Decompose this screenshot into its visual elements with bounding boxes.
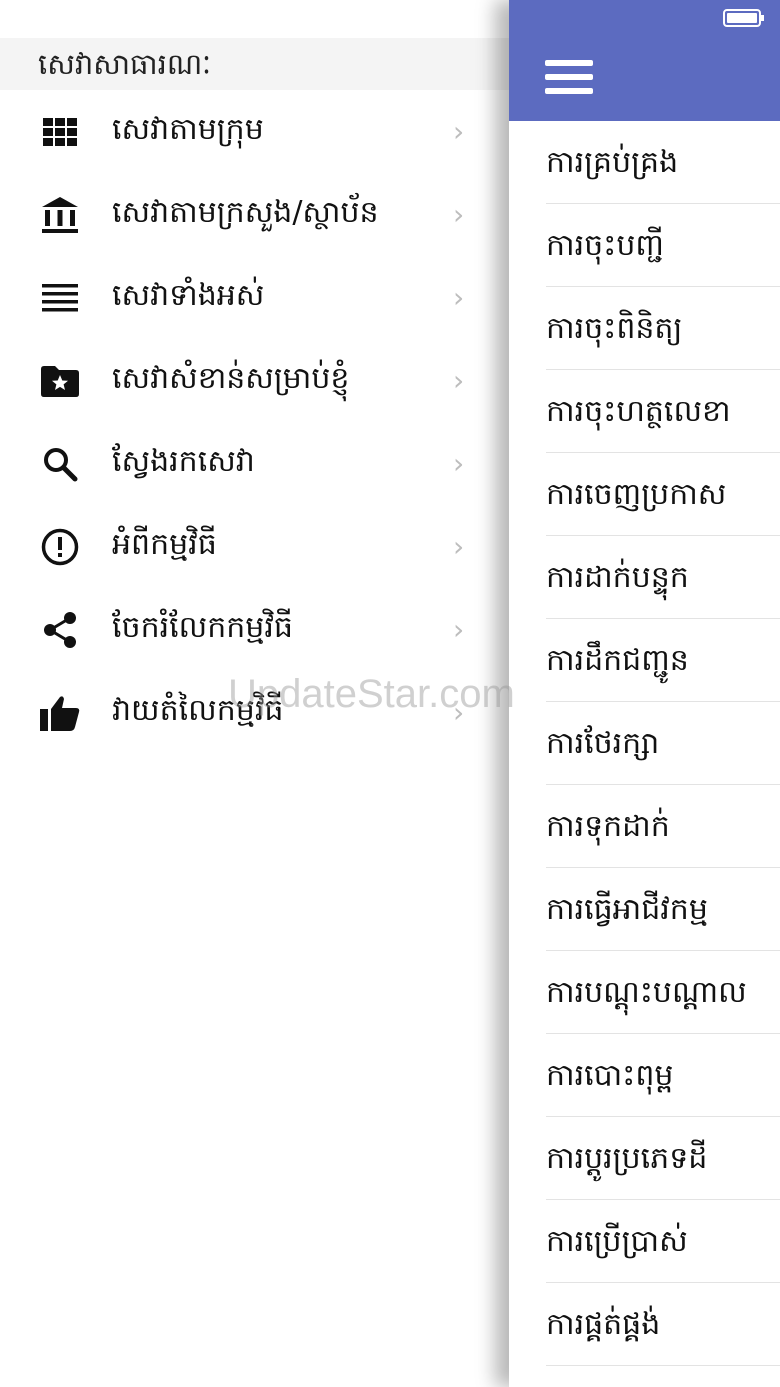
list-item[interactable]: ការគ្រប់គ្រង [546, 121, 780, 204]
list-item[interactable]: ការធ្វើអាជីវកម្ម [546, 868, 780, 951]
chevron-right-icon: › [453, 696, 465, 729]
list-item[interactable]: ការទុកដាក់ [546, 785, 780, 868]
app-bar [509, 0, 780, 121]
drawer-item-label: សេវាសំខាន់សម្រាប់ខ្ញុំ [112, 360, 350, 396]
drawer-item-share[interactable]: ចែករំលែកកម្មវិធី › [0, 588, 509, 671]
list-item[interactable]: ការប្តូរប្រភេទដី [546, 1117, 780, 1200]
chevron-right-icon: › [453, 198, 465, 231]
share-icon [40, 610, 80, 650]
list-item[interactable]: ការប្រើប្រាស់ [546, 1200, 780, 1283]
list-item[interactable]: ការបោះពុម្ព [546, 1034, 780, 1117]
list-item[interactable]: ការចុះហត្ថលេខា [546, 370, 780, 453]
drawer-item-all-services[interactable]: សេវាទាំងអស់ › [0, 256, 509, 339]
drawer-item-label: សេវាតាមក្រុម [112, 111, 264, 147]
chevron-right-icon: › [453, 530, 465, 563]
drawer-item-label: សេវាទាំងអស់ [112, 277, 265, 313]
battery-icon [723, 9, 765, 27]
chevron-right-icon: › [453, 613, 465, 646]
list-item[interactable]: ការចេញប្រកាស [546, 453, 780, 536]
chevron-right-icon: › [453, 281, 465, 314]
search-icon [40, 444, 80, 484]
chevron-right-icon: › [453, 447, 465, 480]
chevron-right-icon: › [453, 115, 465, 148]
main-panel: ការគ្រប់គ្រង ការចុះបញ្ជី ការចុះពិនិត្យ ក… [509, 0, 780, 1387]
drawer-item-favorites[interactable]: សេវាសំខាន់សម្រាប់ខ្ញុំ › [0, 339, 509, 422]
list-item[interactable]: ការដាក់បន្ទុក [546, 536, 780, 619]
drawer-item-label: អំពីកម្មវិធី [112, 526, 217, 562]
chevron-right-icon: › [453, 364, 465, 397]
list-icon [40, 278, 80, 318]
drawer-header: សេវាសាធារណៈ [0, 38, 509, 90]
drawer-item-search[interactable]: ស្វែងរកសេវា › [0, 422, 509, 505]
drawer-item-label: ចែករំលែកកម្មវិធី [112, 609, 293, 645]
list-item[interactable]: ការបណ្តុះបណ្តាល [546, 951, 780, 1034]
grid-icon [40, 112, 80, 152]
info-icon [40, 527, 80, 567]
drawer-item-label: ស្វែងរកសេវា [112, 443, 255, 479]
drawer-item-by-ministry[interactable]: សេវាតាមក្រសួង/ស្ថាប័ន › [0, 173, 509, 256]
drawer-item-label: វាយតំលៃកម្មវិធី [112, 692, 284, 728]
navigation-drawer: សេវាសាធារណៈ សេវាតាមក្រុម › សេវាតាមក្រសួង… [0, 0, 509, 1387]
drawer-item-by-group[interactable]: សេវាតាមក្រុម › [0, 90, 509, 173]
drawer-item-about[interactable]: អំពីកម្មវិធី › [0, 505, 509, 588]
list-item[interactable]: ការដឹកជញ្ជូន [546, 619, 780, 702]
list-item[interactable]: ការថែរក្សា [546, 702, 780, 785]
star-folder-icon [40, 361, 80, 401]
list-item[interactable]: ការចុះបញ្ជី [546, 204, 780, 287]
thumbs-up-icon [40, 693, 80, 733]
list-item[interactable]: ការផ្គត់ផ្គង់ [546, 1283, 780, 1366]
hamburger-menu-icon[interactable] [545, 58, 593, 96]
drawer-item-rate[interactable]: វាយតំលៃកម្មវិធី › [0, 671, 509, 754]
list-item[interactable]: ការចុះពិនិត្យ [546, 287, 780, 370]
institution-icon [40, 195, 80, 235]
drawer-item-label: សេវាតាមក្រសួង/ស្ថាប័ន [112, 194, 379, 230]
